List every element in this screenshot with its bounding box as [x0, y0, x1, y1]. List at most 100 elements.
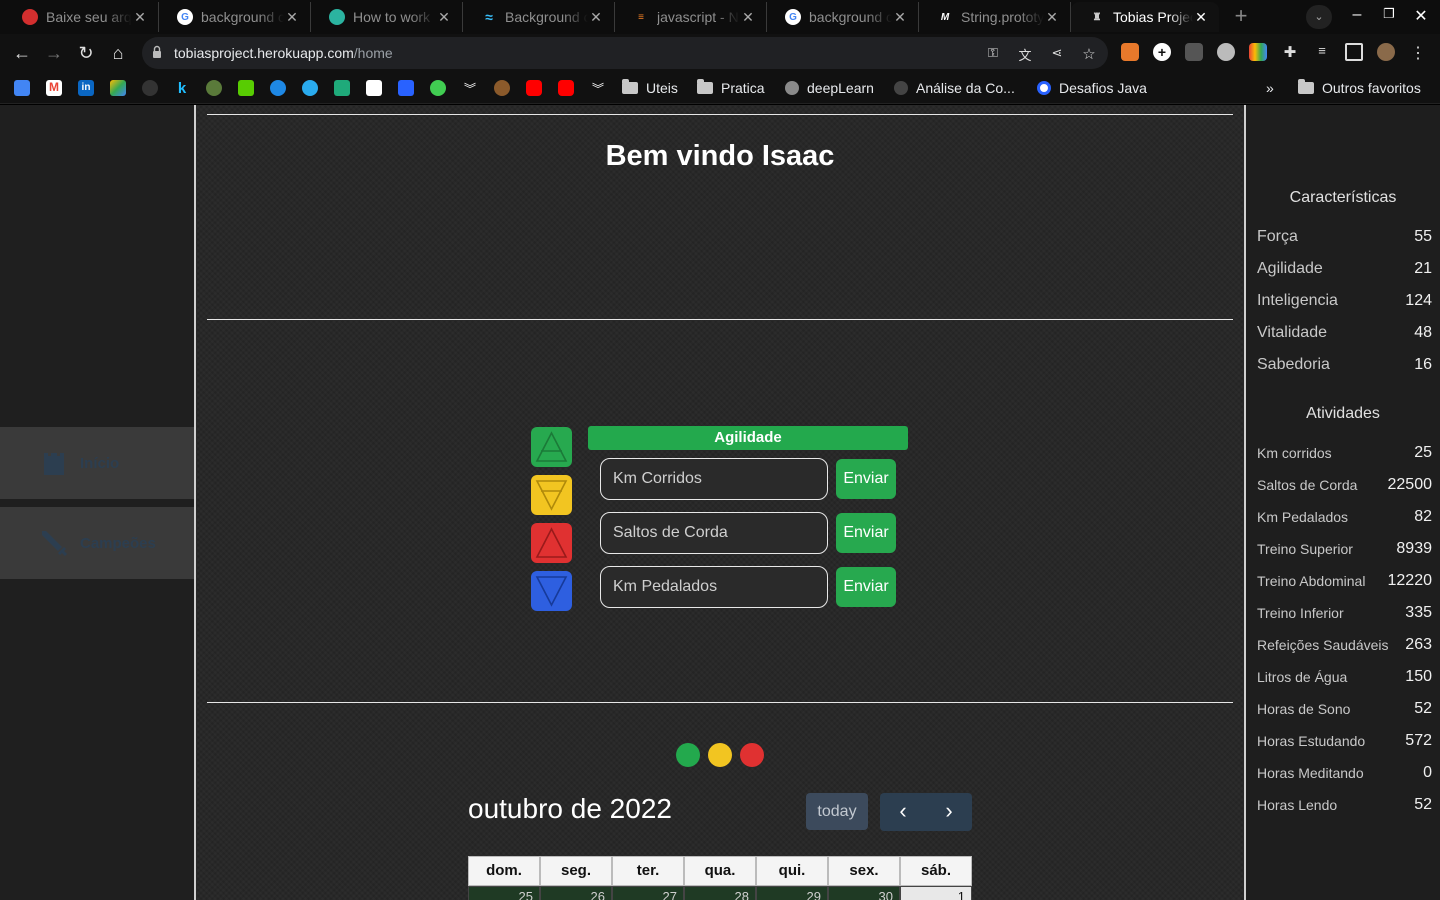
tab-1[interactable]: Baixe seu arquivo ✕: [4, 2, 159, 32]
green-status-dot[interactable]: [676, 743, 700, 767]
minimize-icon[interactable]: –: [1347, 6, 1367, 24]
gmail-icon[interactable]: M: [46, 80, 62, 96]
fire-element-button[interactable]: [531, 523, 572, 563]
bookmark-deeplearn[interactable]: deepLearn: [785, 78, 874, 98]
tab-2[interactable]: G background color ✕: [159, 2, 311, 32]
chevron-double-right-icon: »: [1266, 80, 1274, 96]
attribute-title: Agilidade: [588, 426, 908, 450]
saltos-de-corda-input[interactable]: [600, 512, 828, 554]
close-icon[interactable]: ✕: [132, 9, 148, 26]
calendar-day-cell[interactable]: 27: [612, 886, 684, 900]
menu-icon[interactable]: ⋮: [1409, 43, 1427, 62]
bookmark-desafios-java[interactable]: Desafios Java: [1037, 78, 1147, 98]
share-icon[interactable]: ⋖: [1048, 45, 1066, 61]
calendar-day-cell[interactable]: 29: [756, 886, 828, 900]
km-pedalados-input[interactable]: [600, 566, 828, 608]
tab-3[interactable]: How to work ✕: [311, 2, 463, 32]
calendar-day-cell[interactable]: 28: [684, 886, 756, 900]
check-icon[interactable]: [270, 80, 286, 96]
extension-icon[interactable]: [1249, 43, 1267, 61]
forward-icon[interactable]: →: [42, 41, 66, 65]
km-corridos-input[interactable]: [600, 458, 828, 500]
sidebar-item-inicio[interactable]: Início: [0, 427, 194, 499]
sidebar-item-campeoes[interactable]: Campeões: [0, 507, 194, 579]
send-km-corridos-button[interactable]: Enviar: [836, 459, 896, 499]
bookmark-icon[interactable]: [398, 80, 414, 96]
bookmark-icon[interactable]: ︾: [462, 80, 478, 96]
close-icon[interactable]: ✕: [588, 9, 604, 26]
star-icon[interactable]: ☆: [1080, 45, 1098, 63]
calendar-bookmark-icon[interactable]: [14, 80, 30, 96]
stat-value: 48: [1414, 324, 1432, 341]
app-favicon-icon: ♜: [1092, 11, 1102, 23]
metamask-icon[interactable]: [1121, 43, 1139, 61]
bookmark-icon[interactable]: [494, 80, 510, 96]
restore-icon[interactable]: ❐: [1379, 6, 1399, 22]
water-element-button[interactable]: [531, 571, 572, 611]
send-saltos-de-corda-button[interactable]: Enviar: [836, 513, 896, 553]
opera-icon: [22, 9, 38, 25]
bookmark-icon[interactable]: ︾: [590, 80, 606, 96]
kaggle-icon[interactable]: k: [174, 80, 190, 97]
weekday-label: seg.: [540, 856, 612, 886]
extension-icon[interactable]: [1185, 43, 1203, 61]
youtube-icon[interactable]: [526, 80, 542, 96]
new-tab-button[interactable]: +: [1228, 5, 1254, 29]
stat-value: 263: [1405, 636, 1432, 653]
bookmarks-overflow[interactable]: »: [1266, 78, 1274, 98]
divider: [207, 114, 1233, 115]
github-icon[interactable]: [142, 80, 158, 96]
side-panel-icon[interactable]: [1345, 43, 1363, 61]
close-icon[interactable]: ✕: [1193, 9, 1209, 26]
send-km-pedalados-button[interactable]: Enviar: [836, 567, 896, 607]
earth-element-button[interactable]: [531, 427, 572, 467]
bookmark-analise[interactable]: Análise da Co...: [894, 78, 1015, 98]
back-icon[interactable]: ←: [10, 41, 34, 65]
tab-5[interactable]: ≡ javascript - N ✕: [615, 2, 767, 32]
close-icon[interactable]: ✕: [740, 9, 756, 26]
linkedin-icon[interactable]: in: [78, 80, 94, 96]
bookmark-folder-uteis[interactable]: Uteis: [622, 78, 678, 98]
calendar-day-cell[interactable]: 25: [468, 886, 540, 900]
reading-list-icon[interactable]: ≡: [1313, 43, 1331, 61]
calendar-day-cell[interactable]: 1: [900, 886, 972, 900]
calendar-today-button[interactable]: today: [806, 793, 868, 830]
calendar-prev-button[interactable]: ‹: [880, 793, 926, 831]
red-status-dot[interactable]: [740, 743, 764, 767]
tab-search-button[interactable]: ⌄: [1306, 5, 1332, 29]
bookmark-icon[interactable]: [206, 80, 222, 96]
bookmark-icon[interactable]: [334, 80, 350, 96]
avatar[interactable]: [1377, 43, 1395, 61]
tab-6[interactable]: G background color ✕: [767, 2, 919, 32]
window-close-icon[interactable]: ✕: [1411, 6, 1431, 26]
drive-icon[interactable]: [110, 80, 126, 96]
reload-icon[interactable]: ↻: [74, 41, 98, 65]
tab-4[interactable]: ≈ Background color ✕: [463, 2, 615, 32]
calendar-day-cell[interactable]: 30: [828, 886, 900, 900]
bookmark-folder-pratica[interactable]: Pratica: [697, 78, 765, 98]
address-bar[interactable]: tobiasproject.herokuapp.com/home ⚿ 文 ⋖ ☆: [142, 37, 1108, 69]
duolingo-icon[interactable]: [238, 80, 254, 96]
key-icon[interactable]: ⚿: [984, 45, 1002, 61]
translate-icon[interactable]: 文: [1016, 45, 1034, 63]
close-icon[interactable]: ✕: [892, 9, 908, 26]
yellow-status-dot[interactable]: [708, 743, 732, 767]
youtube-icon[interactable]: [558, 80, 574, 96]
bookmark-other-favorites[interactable]: Outros favoritos: [1298, 78, 1421, 98]
calendar-next-button[interactable]: ›: [926, 793, 972, 831]
tab-7[interactable]: M String.prototype ✕: [919, 2, 1071, 32]
bookmark-icon[interactable]: [366, 80, 382, 96]
plus-extension-icon[interactable]: +: [1153, 43, 1171, 61]
tab-active[interactable]: ♜ Tobias Project ✕: [1071, 2, 1219, 32]
calendar-grid: dom. seg. ter. qua. qui. sex. sáb. 25 26…: [468, 856, 972, 900]
close-icon[interactable]: ✕: [1044, 9, 1060, 26]
home-icon[interactable]: ⌂: [106, 41, 130, 65]
air-element-button[interactable]: [531, 475, 572, 515]
qt-icon[interactable]: [430, 80, 446, 96]
puzzle-icon[interactable]: ✚: [1281, 43, 1299, 61]
extension-icon[interactable]: [1217, 43, 1235, 61]
close-icon[interactable]: ✕: [436, 9, 452, 26]
telegram-icon[interactable]: [302, 80, 318, 96]
close-icon[interactable]: ✕: [284, 9, 300, 26]
calendar-day-cell[interactable]: 26: [540, 886, 612, 900]
